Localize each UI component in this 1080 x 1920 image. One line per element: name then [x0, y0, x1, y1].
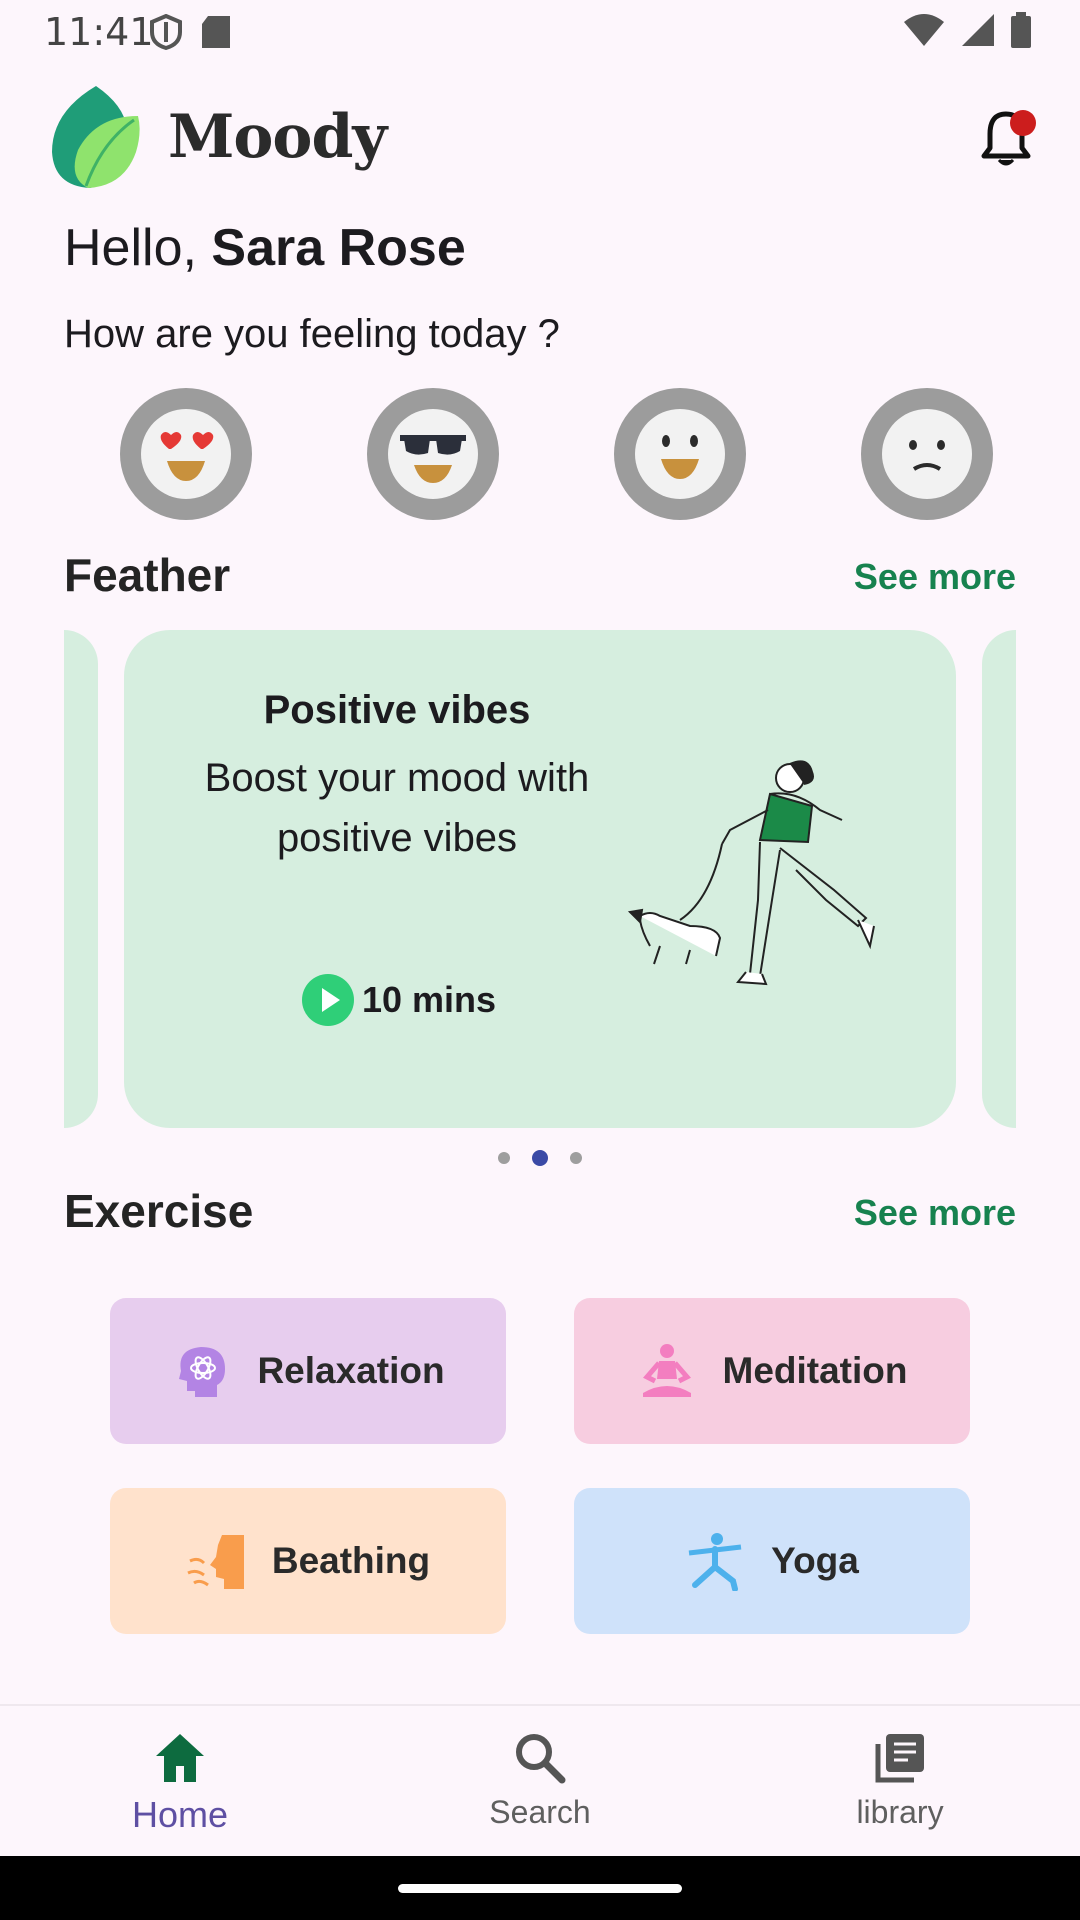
signal-icon	[962, 14, 994, 46]
mood-happy-button[interactable]	[614, 388, 746, 520]
feather-see-more-link[interactable]: See more	[854, 556, 1016, 598]
status-right-icons	[902, 12, 1032, 48]
duration-label: 10 mins	[362, 979, 497, 1020]
meditation-icon	[642, 1344, 691, 1397]
brain-atom-icon	[179, 1347, 226, 1397]
tile-label: Meditation	[722, 1350, 908, 1391]
sad-icon	[882, 409, 972, 499]
mood-prompt: How are you feeling today ?	[64, 312, 560, 356]
home-icon	[156, 1734, 204, 1782]
leaf-logo-icon	[52, 86, 140, 188]
tile-label: Beathing	[271, 1540, 431, 1581]
smile-icon	[635, 409, 725, 499]
app-name: Moody	[168, 102, 387, 172]
woman-walking-dog-illustration	[627, 760, 875, 986]
heart-eyes-icon	[141, 409, 231, 499]
breathing-icon	[187, 1535, 244, 1589]
tile-yoga[interactable]: Yoga	[574, 1488, 970, 1634]
tile-label: Yoga	[771, 1540, 859, 1581]
previous-card[interactable]	[64, 630, 98, 1128]
nav-library[interactable]: library	[800, 1706, 1000, 1858]
nav-home[interactable]: Home	[80, 1706, 280, 1858]
sd-card-icon	[202, 16, 230, 48]
search-icon	[516, 1734, 566, 1784]
wifi-icon	[904, 14, 944, 46]
nav-search[interactable]: Search	[440, 1706, 640, 1858]
user-name: Sara Rose	[211, 219, 466, 277]
yoga-icon	[688, 1533, 742, 1591]
sunglasses-icon	[388, 409, 478, 499]
mood-love-button[interactable]	[120, 388, 252, 520]
bottom-navigation: Home Search library	[0, 1704, 1080, 1858]
greeting-prefix: Hello,	[64, 219, 212, 277]
carousel-dot[interactable]	[570, 1152, 582, 1164]
carousel-dot-active[interactable]	[532, 1150, 548, 1166]
battery-icon	[1011, 12, 1031, 48]
card-title: Positive vibes	[263, 688, 531, 732]
mood-sad-button[interactable]	[861, 388, 993, 520]
mood-selector	[0, 388, 1080, 520]
tile-breathing[interactable]: Beathing	[110, 1488, 506, 1634]
status-time: 11:41	[44, 10, 154, 54]
feather-card[interactable]: Positive vibes Boost your mood with posi…	[124, 630, 956, 1128]
tile-relaxation[interactable]: Relaxation	[110, 1298, 506, 1444]
tile-meditation[interactable]: Meditation	[574, 1298, 970, 1444]
carousel-indicator	[0, 1150, 1080, 1166]
feather-title: Feather	[64, 549, 231, 601]
nav-home-label: Home	[131, 1794, 229, 1835]
home-gesture-handle[interactable]	[398, 1884, 682, 1893]
status-left-icons	[148, 13, 238, 55]
notification-badge	[1010, 110, 1036, 136]
greeting: Hello, Sara Rose	[64, 218, 466, 278]
nav-search-label: Search	[489, 1794, 591, 1830]
card-description: Boost your mood with positive vibes	[204, 756, 590, 860]
exercise-title: Exercise	[64, 1185, 254, 1237]
play-icon	[302, 974, 354, 1026]
nav-library-label: library	[856, 1794, 944, 1830]
tile-label: Relaxation	[257, 1350, 445, 1391]
next-card[interactable]	[982, 630, 1016, 1128]
play-duration[interactable]: 10 mins	[302, 974, 496, 1026]
library-icon	[875, 1734, 924, 1783]
mood-cool-button[interactable]	[367, 388, 499, 520]
carousel-dot[interactable]	[498, 1152, 510, 1164]
exercise-see-more-link[interactable]: See more	[854, 1192, 1016, 1234]
